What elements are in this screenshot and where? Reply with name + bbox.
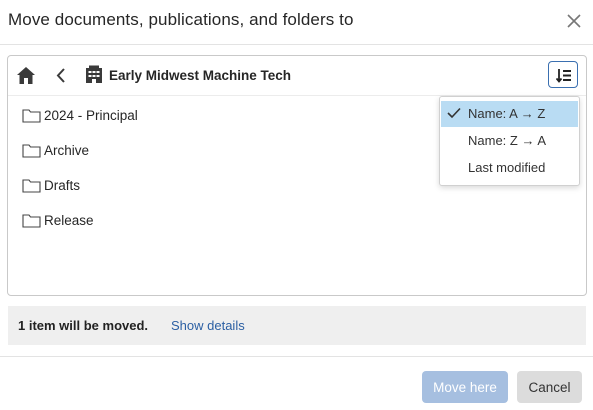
- list-item[interactable]: Drafts: [22, 175, 302, 197]
- chevron-left-icon[interactable]: [55, 67, 67, 84]
- close-icon[interactable]: [565, 12, 583, 30]
- list-item[interactable]: Release: [22, 210, 302, 232]
- sort-option-label: Last modified: [468, 160, 546, 175]
- cancel-button[interactable]: Cancel: [517, 371, 582, 403]
- folder-icon: [22, 109, 41, 123]
- check-icon: [447, 107, 461, 119]
- move-dialog: Move documents, publications, and folder…: [0, 0, 593, 410]
- folder-icon: [22, 214, 41, 228]
- home-icon[interactable]: [16, 66, 36, 85]
- move-info-bar: 1 item will be moved. Show details: [8, 306, 586, 345]
- sort-button[interactable]: [548, 61, 578, 88]
- sort-option-label: Name: Z → A: [468, 133, 547, 148]
- folder-label: 2024 - Principal: [44, 108, 138, 123]
- list-item[interactable]: 2024 - Principal: [22, 105, 302, 127]
- folder-icon: [22, 179, 41, 193]
- folder-label: Archive: [44, 143, 90, 158]
- list-item[interactable]: Archive: [22, 140, 302, 162]
- show-details-link[interactable]: Show details: [171, 318, 245, 333]
- move-count-text: 1 item will be moved.: [18, 318, 149, 333]
- sort-option-last-modified[interactable]: Last modified: [441, 155, 578, 181]
- move-here-button[interactable]: Move here: [422, 371, 508, 403]
- building-icon: [85, 65, 103, 84]
- dialog-header: Move documents, publications, and folder…: [0, 0, 593, 45]
- sort-option-name-asc[interactable]: Name: A → Z: [441, 101, 578, 127]
- folder-icon: [22, 144, 41, 158]
- sort-option-label: Name: A → Z: [468, 106, 546, 121]
- sort-menu: Name: A → Z Name: Z → A Last modified: [439, 96, 580, 186]
- folder-label: Release: [44, 213, 94, 228]
- footer-divider: [0, 356, 593, 357]
- folder-label: Drafts: [44, 178, 81, 193]
- sort-icon: [556, 69, 571, 83]
- sort-option-name-desc[interactable]: Name: Z → A: [441, 128, 578, 154]
- current-folder-name: Early Midwest Machine Tech: [109, 68, 292, 83]
- browser-toolbar: Early Midwest Machine Tech: [8, 56, 586, 96]
- dialog-title: Move documents, publications, and folder…: [8, 10, 354, 29]
